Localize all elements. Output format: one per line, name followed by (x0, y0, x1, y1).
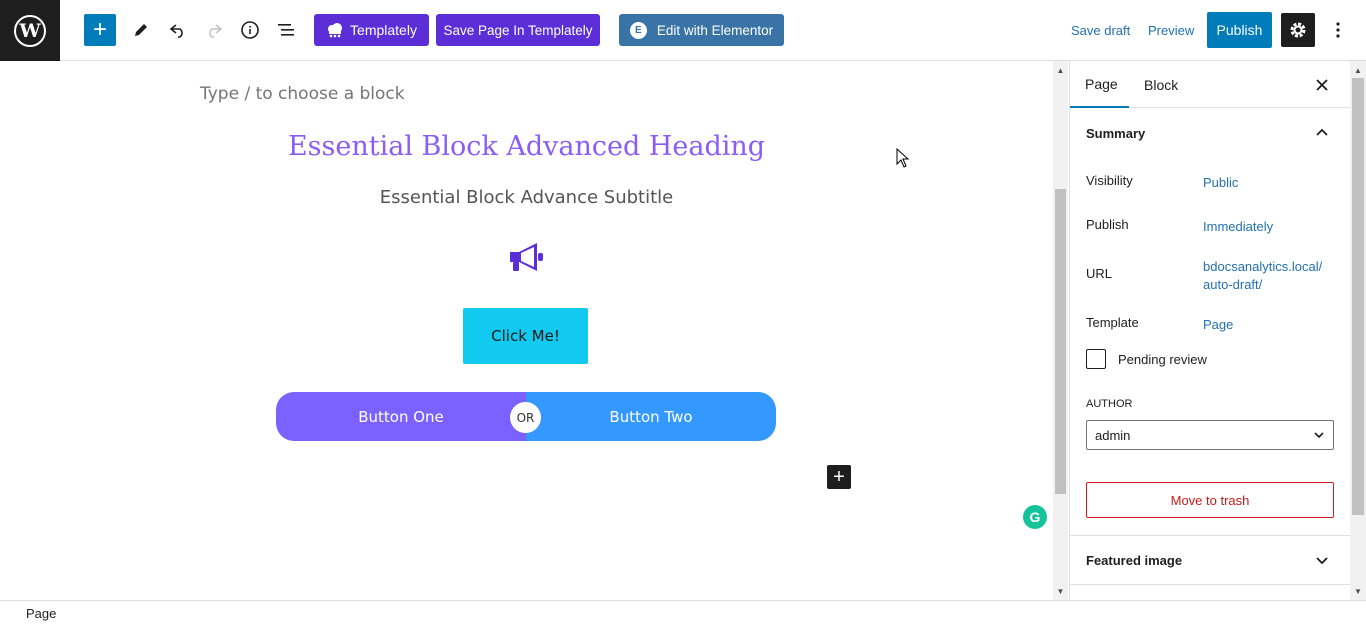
templately-button[interactable]: Templately (314, 14, 429, 46)
settings-sidebar: Page Block Summary Visibility Public Pub… (1069, 61, 1351, 600)
pending-review-checkbox[interactable] (1086, 349, 1106, 369)
button-two[interactable]: Button Two (526, 392, 776, 441)
templately-cloud-icon (328, 23, 343, 38)
chevron-up-icon (1316, 128, 1328, 136)
edit-with-elementor-button[interactable]: E Edit with Elementor (619, 14, 784, 46)
block-editor: W + Templately Save Page In Templately E… (0, 0, 1366, 625)
templately-label: Templately (350, 22, 417, 38)
pending-review-label[interactable]: Pending review (1118, 352, 1207, 367)
sidebar-scroll-thumb[interactable] (1352, 78, 1364, 515)
featured-image-title: Featured image (1086, 552, 1183, 568)
panel-divider (1070, 584, 1351, 585)
block-placeholder[interactable]: Type / to choose a block (200, 84, 405, 104)
tab-block[interactable]: Block (1144, 61, 1189, 108)
template-value[interactable]: Page (1203, 316, 1233, 334)
publish-label: Publish (1086, 217, 1129, 232)
move-to-trash-button[interactable]: Move to trash (1086, 482, 1334, 518)
wordpress-logo-button[interactable]: W (0, 0, 60, 61)
redo-icon (209, 24, 223, 38)
add-block-button[interactable]: + (84, 14, 116, 46)
publish-button[interactable]: Publish (1207, 12, 1272, 48)
pencil-icon (135, 24, 147, 36)
breadcrumb-item-page[interactable]: Page (26, 606, 56, 621)
scroll-down-arrow-icon[interactable]: ▼ (1350, 584, 1366, 598)
close-sidebar-button[interactable] (1310, 73, 1334, 97)
block-breadcrumb: Page (0, 600, 1366, 625)
gear-icon (1290, 22, 1306, 38)
sidebar-tabs: Page Block (1070, 61, 1351, 108)
top-toolbar: W + Templately Save Page In Templately E… (0, 0, 1366, 61)
elementor-icon: E (629, 21, 647, 39)
author-select-value: admin (1095, 427, 1131, 443)
settings-button[interactable] (1281, 13, 1315, 47)
scroll-up-arrow-icon[interactable]: ▲ (1053, 63, 1068, 77)
grammarly-icon[interactable]: G (1023, 505, 1047, 529)
sidebar-scrollbar[interactable]: ▲ ▼ (1350, 61, 1366, 600)
list-view-button[interactable] (270, 14, 302, 46)
author-label: AUTHOR (1086, 398, 1133, 410)
mouse-cursor-icon (896, 148, 910, 168)
summary-title: Summary (1086, 125, 1146, 141)
chevron-down-icon (1314, 432, 1324, 439)
save-page-in-templately-button[interactable]: Save Page In Templately (436, 14, 600, 46)
redo-button[interactable] (198, 14, 230, 46)
or-connector: OR (510, 402, 541, 433)
visibility-value[interactable]: Public (1203, 174, 1238, 192)
button-one[interactable]: Button One (276, 392, 526, 441)
tab-page[interactable]: Page (1070, 61, 1129, 108)
block-inserter-button[interactable]: + (827, 465, 851, 489)
close-icon (1316, 79, 1328, 91)
visibility-label: Visibility (1086, 173, 1133, 188)
megaphone-icon (510, 243, 543, 271)
more-vertical-icon (1336, 22, 1340, 38)
elementor-label: Edit with Elementor (656, 22, 774, 38)
info-icon (241, 21, 259, 39)
url-label: URL (1086, 266, 1113, 281)
save-draft-button[interactable]: Save draft (1071, 14, 1130, 46)
click-me-button[interactable]: Click Me! (463, 308, 588, 364)
canvas-scrollbar[interactable]: ▲ ▼ (1053, 61, 1068, 600)
undo-icon (169, 24, 183, 38)
author-select[interactable]: admin (1086, 420, 1334, 450)
edit-tools-button[interactable] (125, 14, 157, 46)
featured-image-panel-toggle[interactable]: Featured image (1070, 535, 1351, 585)
url-value[interactable]: bdocsanalytics.local/ auto-draft/ (1203, 258, 1335, 293)
publish-date-value[interactable]: Immediately (1203, 218, 1273, 236)
scroll-down-arrow-icon[interactable]: ▼ (1053, 584, 1068, 598)
undo-button[interactable] (162, 14, 194, 46)
editor-canvas: Type / to choose a block Essential Block… (0, 61, 1053, 600)
advanced-subtitle[interactable]: Essential Block Advance Subtitle (0, 187, 1053, 208)
chevron-down-icon (1316, 557, 1328, 565)
details-button[interactable] (234, 14, 266, 46)
scroll-up-arrow-icon[interactable]: ▲ (1350, 63, 1366, 77)
list-view-icon (278, 24, 294, 36)
canvas-scroll-thumb[interactable] (1055, 189, 1066, 494)
preview-button[interactable]: Preview (1148, 14, 1194, 46)
template-label: Template (1086, 315, 1139, 330)
summary-panel-toggle[interactable]: Summary (1070, 108, 1351, 158)
wordpress-logo-icon: W (14, 14, 46, 47)
options-button[interactable] (1324, 14, 1352, 46)
